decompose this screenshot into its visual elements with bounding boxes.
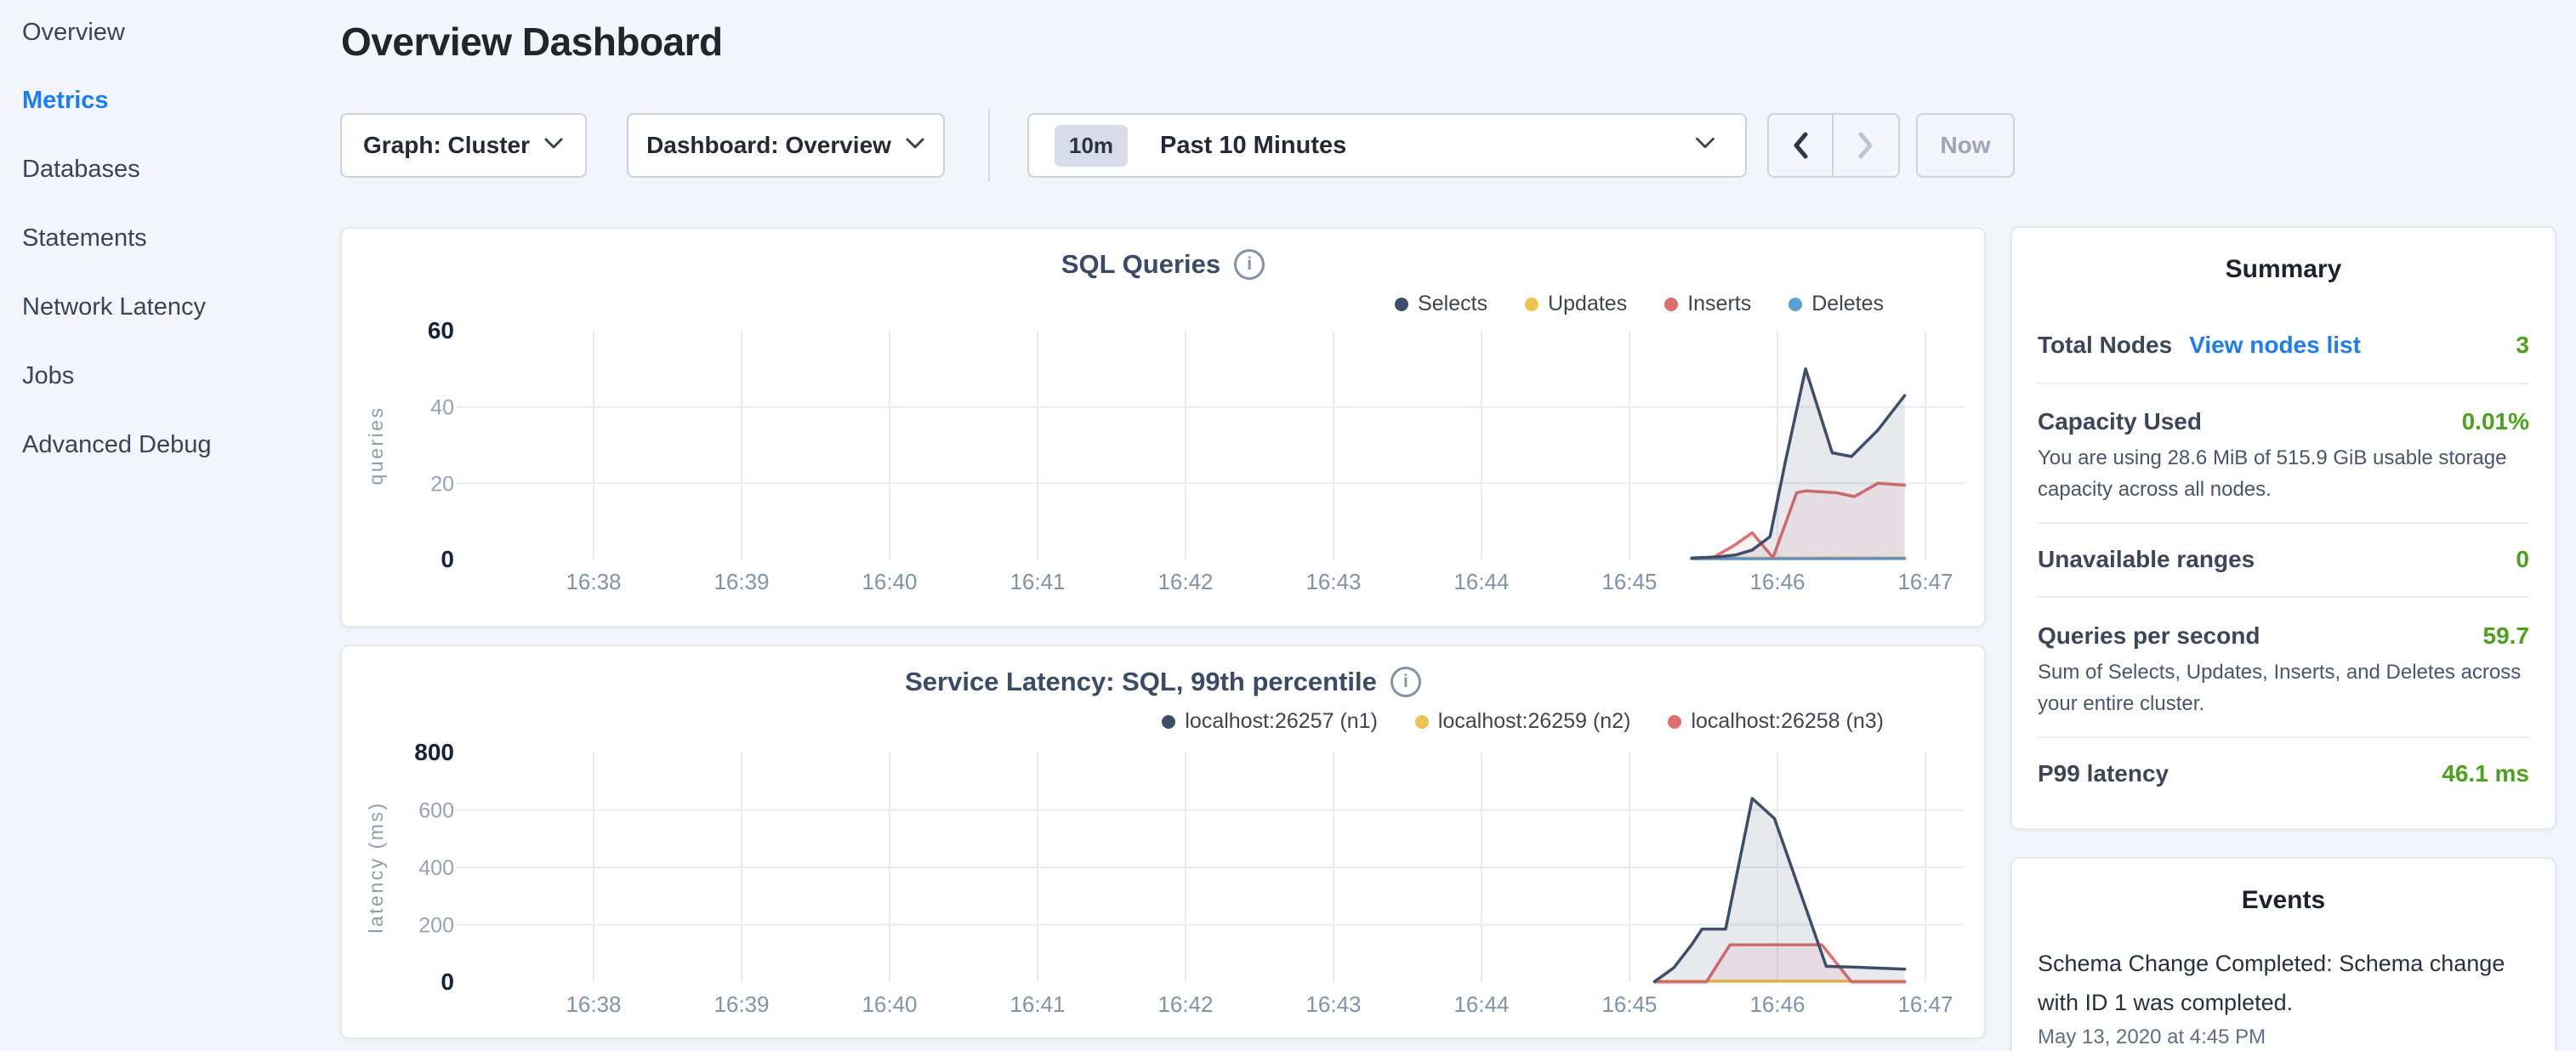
event-item-date: May 13, 2020 at 4:45 PM <box>2038 1025 2529 1049</box>
svg-text:40: 40 <box>430 396 454 420</box>
dashboard-selector-dropdown[interactable]: Dashboard: Overview <box>627 113 945 178</box>
svg-text:60: 60 <box>428 317 454 344</box>
svg-text:latency (ms): latency (ms) <box>365 801 387 933</box>
chevron-down-icon <box>1694 136 1716 155</box>
svg-text:400: 400 <box>418 856 454 880</box>
divider <box>2038 522 2529 524</box>
svg-text:16:47: 16:47 <box>1897 569 1953 594</box>
svg-text:16:45: 16:45 <box>1601 991 1657 1017</box>
graph-selector-dropdown[interactable]: Graph: Cluster <box>340 113 587 178</box>
svg-text:16:41: 16:41 <box>1009 569 1065 594</box>
svg-text:16:43: 16:43 <box>1305 991 1361 1017</box>
events-title: Events <box>2012 886 2555 915</box>
svg-text:16:42: 16:42 <box>1157 991 1213 1017</box>
sidebar-item-statements[interactable]: Statements <box>22 224 147 253</box>
chevron-down-icon <box>905 137 925 155</box>
sidebar-item-databases[interactable]: Databases <box>22 156 140 184</box>
summary-panel: Summary Total Nodes View nodes list 3 Ca… <box>2010 226 2556 830</box>
overview-dashboard-page: { "sidebar": { "items": [ { "label": "Ov… <box>0 0 2576 1051</box>
time-window-badge: 10m <box>1055 125 1128 167</box>
svg-text:20: 20 <box>430 472 454 496</box>
svg-text:16:42: 16:42 <box>1157 569 1213 594</box>
summary-value: 46.1 ms <box>2442 760 2529 787</box>
service-latency-chart[interactable]: 16:38 16:39 16:40 16:41 16:42 16:43 16:44 16:45… <box>342 646 1987 1041</box>
svg-text:0: 0 <box>441 969 454 995</box>
page-title: Overview Dashboard <box>341 19 723 65</box>
sql-queries-chart-card: SQL Queries i SelectsUpdatesInsertsDelet… <box>340 227 1986 628</box>
divider <box>2038 596 2529 598</box>
chevron-left-icon <box>1791 131 1810 160</box>
now-button-label: Now <box>1940 132 1990 159</box>
summary-value: 59.7 <box>2483 622 2530 650</box>
time-step-buttons <box>1767 113 1900 178</box>
time-range-dropdown[interactable]: 10m Past 10 Minutes <box>1027 113 1747 178</box>
svg-text:16:44: 16:44 <box>1453 991 1509 1017</box>
svg-text:16:39: 16:39 <box>714 991 769 1017</box>
summary-row-total-nodes: Total Nodes View nodes list 3 <box>2038 332 2529 359</box>
summary-row-p99-latency: P99 latency 46.1 ms <box>2038 760 2529 787</box>
chevron-right-icon <box>1857 131 1875 160</box>
next-time-button[interactable] <box>1834 115 1898 176</box>
svg-text:600: 600 <box>418 799 454 823</box>
summary-row-queries-per-second: Queries per second 59.7 <box>2038 622 2529 650</box>
toolbar-divider <box>988 109 990 182</box>
svg-text:16:46: 16:46 <box>1749 991 1805 1017</box>
sidebar-item-jobs[interactable]: Jobs <box>22 362 74 390</box>
summary-label: Queries per second <box>2038 622 2260 650</box>
svg-text:800: 800 <box>414 739 454 765</box>
summary-label: Total Nodes <box>2038 332 2172 359</box>
summary-value: 0 <box>2516 546 2529 573</box>
svg-text:16:40: 16:40 <box>862 991 917 1017</box>
svg-text:16:41: 16:41 <box>1009 991 1065 1017</box>
sidebar-item-advanced-debug[interactable]: Advanced Debug <box>22 431 212 459</box>
chevron-down-icon <box>543 137 564 155</box>
sidebar-item-metrics[interactable]: Metrics <box>22 87 109 115</box>
summary-value: 3 <box>2516 332 2529 359</box>
summary-description: You are using 28.6 MiB of 515.9 GiB usab… <box>2038 442 2533 505</box>
service-latency-chart-card: Service Latency: SQL, 99th percentile i … <box>340 645 1986 1039</box>
summary-row-capacity-used: Capacity Used 0.01% <box>2038 408 2529 435</box>
svg-text:16:44: 16:44 <box>1453 569 1509 594</box>
summary-title: Summary <box>2012 255 2555 284</box>
summary-label: Capacity Used <box>2038 408 2202 435</box>
prev-time-button[interactable] <box>1769 115 1834 176</box>
svg-text:16:46: 16:46 <box>1749 569 1805 594</box>
svg-text:16:38: 16:38 <box>566 569 621 594</box>
svg-text:16:38: 16:38 <box>566 991 621 1017</box>
svg-text:16:47: 16:47 <box>1897 991 1953 1017</box>
events-panel: Events Schema Change Completed: Schema c… <box>2010 857 2556 1051</box>
divider <box>2038 383 2529 384</box>
summary-row-unavailable-ranges: Unavailable ranges 0 <box>2038 546 2529 573</box>
svg-text:16:43: 16:43 <box>1305 569 1361 594</box>
graph-selector-label: Graph: Cluster <box>363 132 530 159</box>
event-item-text[interactable]: Schema Change Completed: Schema change w… <box>2038 944 2529 1022</box>
dashboard-selector-label: Dashboard: Overview <box>646 132 891 159</box>
summary-label: P99 latency <box>2038 760 2169 787</box>
summary-label: Unavailable ranges <box>2038 546 2255 573</box>
sidebar-nav: Overview Metrics Databases Statements Ne… <box>0 0 340 1051</box>
divider <box>2038 736 2529 738</box>
now-button[interactable]: Now <box>1916 113 2015 178</box>
view-nodes-list-link[interactable]: View nodes list <box>2189 332 2361 359</box>
summary-description: Sum of Selects, Updates, Inserts, and De… <box>2038 656 2533 719</box>
sidebar-item-network-latency[interactable]: Network Latency <box>22 293 206 321</box>
sidebar-item-overview[interactable]: Overview <box>22 19 125 47</box>
svg-text:16:40: 16:40 <box>862 569 917 594</box>
svg-text:16:45: 16:45 <box>1601 569 1657 594</box>
summary-value: 0.01% <box>2462 408 2529 435</box>
svg-text:0: 0 <box>441 546 454 572</box>
svg-text:16:39: 16:39 <box>714 569 769 594</box>
svg-text:queries: queries <box>365 406 387 486</box>
svg-text:200: 200 <box>418 914 454 938</box>
time-window-label: Past 10 Minutes <box>1160 132 1346 160</box>
sql-queries-chart[interactable]: 16:38 16:39 16:40 16:41 16:42 16:43 16:44 16:45… <box>342 229 1987 629</box>
